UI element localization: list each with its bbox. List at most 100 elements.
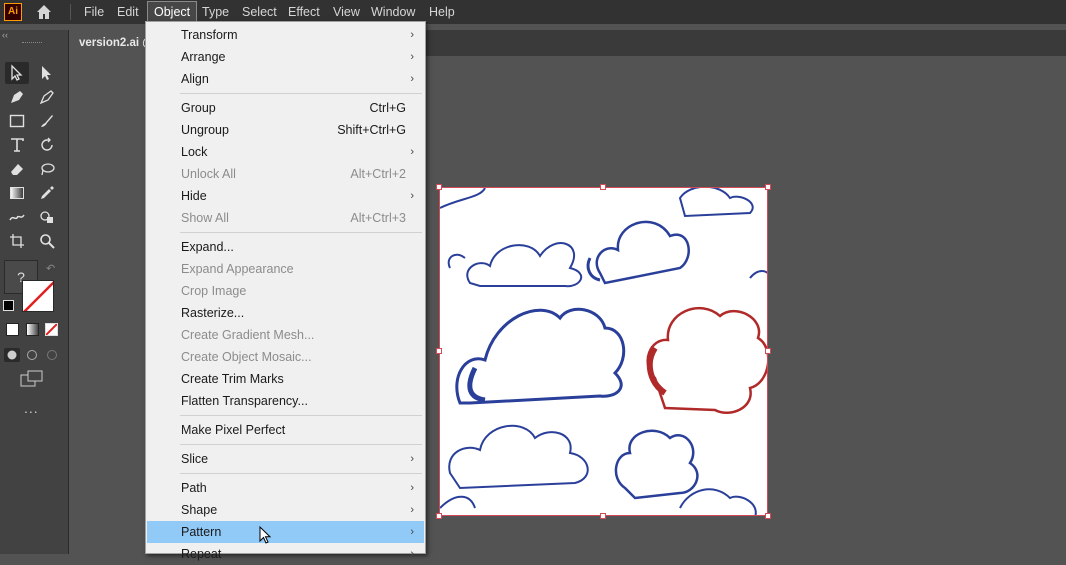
- menu-item-rasterize[interactable]: Rasterize...: [147, 302, 424, 324]
- menu-item-crop-image: Crop Image: [147, 280, 424, 302]
- menu-item-transform[interactable]: Transform ›: [147, 24, 424, 46]
- menu-item-create-gradient-mesh: Create Gradient Mesh...: [147, 324, 424, 346]
- draw-inside-icon[interactable]: [44, 348, 60, 362]
- paintbrush-tool-icon[interactable]: [35, 110, 59, 132]
- gradient-tool-icon[interactable]: [5, 182, 29, 204]
- menu-item-label: Pattern: [181, 525, 222, 539]
- menu-item-create-trim-marks[interactable]: Create Trim Marks: [147, 368, 424, 390]
- edit-toolbar-icon[interactable]: ...: [24, 400, 39, 416]
- menu-item-path[interactable]: Path ›: [147, 477, 424, 499]
- menu-separator: [180, 415, 422, 416]
- menu-item-label: Transform: [181, 28, 238, 42]
- cloud-pattern-image: [440, 188, 767, 515]
- screen-mode-icon[interactable]: [20, 370, 44, 391]
- menu-item-label: Group: [181, 101, 216, 115]
- menu-item-label: Unlock All: [181, 167, 236, 181]
- curvature-tool-icon[interactable]: [35, 86, 59, 108]
- menu-item-label: Show All: [181, 211, 229, 225]
- menubar-divider: [70, 4, 71, 20]
- chevron-right-icon: ›: [410, 526, 414, 538]
- menu-item-label: Ungroup: [181, 123, 229, 137]
- menu-separator: [180, 444, 422, 445]
- menu-item-shortcut: Alt+Ctrl+2: [350, 167, 406, 181]
- menu-item-lock[interactable]: Lock ›: [147, 141, 424, 163]
- home-icon[interactable]: [34, 2, 54, 22]
- type-tool-icon[interactable]: [5, 134, 29, 156]
- selection-handle-tl[interactable]: [436, 184, 442, 190]
- none-mode-icon[interactable]: [45, 323, 58, 336]
- menu-item-hide[interactable]: Hide ›: [147, 185, 424, 207]
- menu-item-make-pixel-perfect[interactable]: Make Pixel Perfect: [147, 419, 424, 441]
- rectangle-tool-icon[interactable]: [5, 110, 29, 132]
- selection-handle-bl[interactable]: [436, 513, 442, 519]
- menu-item-label: Repeat: [181, 547, 222, 561]
- menu-help[interactable]: Help: [429, 0, 455, 24]
- menu-item-label: Hide: [181, 189, 207, 203]
- menu-item-arrange[interactable]: Arrange ›: [147, 46, 424, 68]
- menu-item-ungroup[interactable]: Ungroup Shift+Ctrl+G: [147, 119, 424, 141]
- draw-behind-icon[interactable]: [24, 348, 40, 362]
- menu-item-label: Create Object Mosaic...: [181, 350, 312, 364]
- menu-item-label: Expand Appearance: [181, 262, 294, 276]
- mouse-cursor-icon: [259, 525, 273, 549]
- stroke-swatch[interactable]: [22, 280, 54, 312]
- menu-item-align[interactable]: Align ›: [147, 68, 424, 90]
- menu-object[interactable]: Object: [147, 1, 198, 23]
- menu-item-pattern[interactable]: Pattern ›: [147, 521, 424, 543]
- menu-item-expand[interactable]: Expand...: [147, 236, 424, 258]
- selection-tool-icon[interactable]: [5, 62, 29, 84]
- menu-item-shortcut: Alt+Ctrl+3: [350, 211, 406, 225]
- direct-selection-tool-icon[interactable]: [35, 62, 59, 84]
- chevron-right-icon: ›: [410, 453, 414, 465]
- selection-handle-br[interactable]: [765, 513, 771, 519]
- menu-file[interactable]: File: [84, 0, 104, 24]
- menu-item-label: Flatten Transparency...: [181, 394, 308, 408]
- chevron-right-icon: ›: [410, 51, 414, 63]
- color-mode-icon[interactable]: [6, 323, 19, 336]
- tools-panel: ‹‹ ? ↶ ...: [0, 30, 69, 554]
- swap-colors-icon[interactable]: ↶: [46, 262, 55, 275]
- chevron-right-icon: ›: [410, 146, 414, 158]
- selection-handle-tm[interactable]: [600, 184, 606, 190]
- default-colors-icon[interactable]: [3, 300, 14, 311]
- menu-item-repeat[interactable]: Repeat ›: [147, 543, 424, 565]
- menu-separator: [180, 473, 422, 474]
- selection-handle-bm[interactable]: [600, 513, 606, 519]
- menu-item-shape[interactable]: Shape ›: [147, 499, 424, 521]
- menu-item-show-all: Show All Alt+Ctrl+3: [147, 207, 424, 229]
- rotate-tool-icon[interactable]: [35, 134, 59, 156]
- chevron-right-icon: ›: [410, 548, 414, 560]
- chevron-right-icon: ›: [410, 504, 414, 516]
- menu-item-flatten-transparency[interactable]: Flatten Transparency...: [147, 390, 424, 412]
- collapse-panel-icon[interactable]: ‹‹: [2, 30, 8, 40]
- chevron-right-icon: ›: [410, 190, 414, 202]
- selection-handle-tr[interactable]: [765, 184, 771, 190]
- eyedropper-tool-icon[interactable]: [35, 182, 59, 204]
- menu-item-label: Create Trim Marks: [181, 372, 284, 386]
- lasso-tool-icon[interactable]: [35, 158, 59, 180]
- eraser-tool-icon[interactable]: [5, 158, 29, 180]
- artboard-tool-icon[interactable]: [5, 230, 29, 252]
- menu-item-label: Shape: [181, 503, 218, 517]
- pen-tool-icon[interactable]: [5, 86, 29, 108]
- selection-handle-ml[interactable]: [436, 348, 442, 354]
- menu-item-expand-appearance: Expand Appearance: [147, 258, 424, 280]
- menu-item-group[interactable]: Group Ctrl+G: [147, 97, 424, 119]
- shape-builder-tool-icon[interactable]: [35, 206, 59, 228]
- panel-grip[interactable]: [22, 42, 42, 45]
- selection-handle-mr[interactable]: [765, 348, 771, 354]
- draw-normal-icon[interactable]: [4, 348, 20, 362]
- menu-separator: [180, 93, 422, 94]
- menu-item-label: Crop Image: [181, 284, 247, 298]
- pattern-artwork[interactable]: [439, 187, 768, 516]
- gradient-mode-icon[interactable]: [26, 323, 39, 336]
- menu-item-label: Make Pixel Perfect: [181, 423, 286, 437]
- menu-edit[interactable]: Edit: [117, 0, 139, 24]
- menu-item-label: Rasterize...: [181, 306, 245, 320]
- zoom-tool-icon[interactable]: [35, 230, 59, 252]
- menu-separator: [180, 232, 422, 233]
- blend-tool-icon[interactable]: [5, 206, 29, 228]
- chevron-right-icon: ›: [410, 73, 414, 85]
- menu-item-shortcut: Shift+Ctrl+G: [337, 123, 406, 137]
- menu-item-slice[interactable]: Slice ›: [147, 448, 424, 470]
